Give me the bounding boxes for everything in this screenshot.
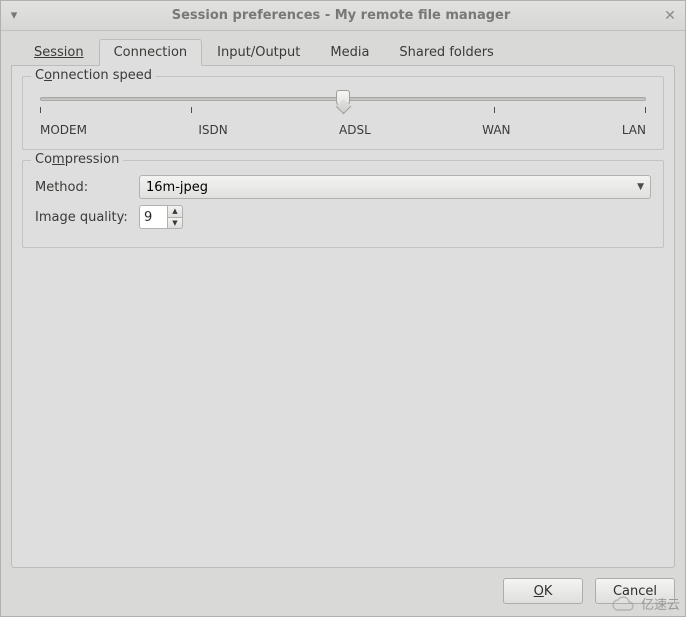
tab-shared-folders[interactable]: Shared folders (384, 39, 508, 65)
ok-button[interactable]: OK (503, 578, 583, 604)
speed-label-adsl: ADSL (339, 123, 371, 137)
dialog-buttons: OK Cancel (1, 570, 685, 616)
speed-label-lan: LAN (622, 123, 646, 137)
group-title-connection-speed: Connection speed (31, 68, 156, 83)
cloud-icon (611, 595, 637, 613)
method-combo[interactable]: 16m-jpeg ▼ (139, 175, 651, 199)
group-title-compression: Compression (31, 152, 123, 167)
watermark: 亿速云 (611, 594, 680, 613)
window-title: Session preferences - My remote file man… (21, 8, 661, 23)
close-icon[interactable]: ✕ (661, 8, 679, 24)
method-combo-value: 16m-jpeg (146, 180, 208, 195)
group-connection-speed: Connection speed MODEM ISDN ADSL WAN LAN (22, 76, 664, 150)
tab-panel-connection: Connection speed MODEM ISDN ADSL WAN LAN… (11, 65, 675, 568)
group-compression: Compression Method: 16m-jpeg ▼ Image qua… (22, 160, 664, 248)
quality-spinner[interactable]: ▲ ▼ (139, 205, 183, 229)
label-image-quality: Image quality: (35, 210, 129, 225)
tab-connection[interactable]: Connection (99, 39, 203, 66)
speed-slider-labels: MODEM ISDN ADSL WAN LAN (40, 123, 646, 137)
quality-input[interactable] (139, 205, 167, 229)
speed-slider-thumb[interactable] (336, 90, 350, 108)
chevron-down-icon: ▼ (637, 182, 644, 192)
titlebar: ▾ Session preferences - My remote file m… (1, 1, 685, 31)
speed-label-modem: MODEM (40, 123, 87, 137)
tab-bar: Session Connection Input/Output Media Sh… (11, 39, 675, 65)
window-menu-icon[interactable]: ▾ (7, 8, 21, 23)
quality-step-up[interactable]: ▲ (167, 205, 183, 217)
label-method: Method: (35, 180, 129, 195)
speed-slider[interactable] (40, 97, 646, 101)
quality-step-down[interactable]: ▼ (167, 217, 183, 229)
speed-label-isdn: ISDN (198, 123, 227, 137)
speed-label-wan: WAN (482, 123, 510, 137)
tab-input-output[interactable]: Input/Output (202, 39, 315, 65)
tab-session[interactable]: Session (19, 39, 99, 65)
tab-media[interactable]: Media (315, 39, 384, 65)
